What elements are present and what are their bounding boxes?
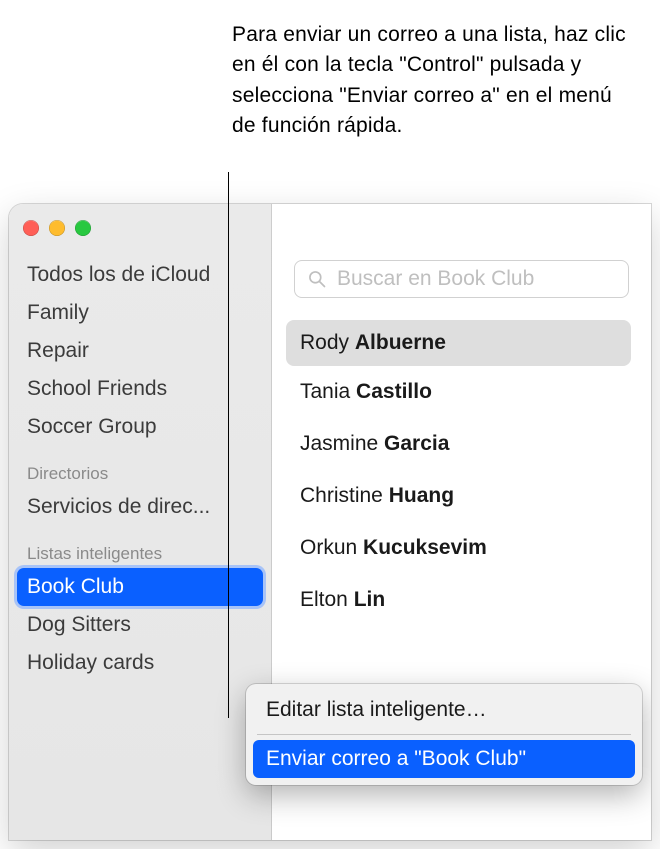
sidebar-item-dog-sitters[interactable]: Dog Sitters [9,606,271,644]
contact-row[interactable]: Christine Huang [272,470,651,522]
maximize-button[interactable] [75,220,91,236]
contact-row[interactable]: Rody Albuerne [286,320,631,366]
contact-first-name: Jasmine [300,432,378,455]
sidebar-item-school-friends[interactable]: School Friends [9,370,271,408]
sidebar-item-all-icloud[interactable]: Todos los de iCloud [9,256,271,294]
search-placeholder: Buscar en Book Club [337,267,534,291]
sidebar-header-directories: Directorios [9,446,271,488]
contact-row[interactable]: Elton Lin [272,574,651,626]
callout-leader-line [228,172,229,718]
sidebar-header-smartlists: Listas inteligentes [9,526,271,568]
sidebar-item-repair[interactable]: Repair [9,332,271,370]
menu-divider [257,734,631,735]
minimize-button[interactable] [49,220,65,236]
search-icon [307,269,327,289]
contact-row[interactable]: Orkun Kucuksevim [272,522,651,574]
sidebar-item-directory-services[interactable]: Servicios de direc... [9,488,271,526]
search-input[interactable]: Buscar en Book Club [294,260,629,298]
menu-item-send-mail[interactable]: Enviar correo a "Book Club" [253,740,635,778]
contact-last-name: Castillo [356,380,432,403]
contact-first-name: Orkun [300,536,357,559]
callout-help-text: Para enviar un correo a una lista, haz c… [232,20,627,142]
contact-first-name: Tania [300,380,350,403]
contact-first-name: Christine [300,484,383,507]
sidebar-item-book-club[interactable]: Book Club [17,568,263,606]
context-menu: Editar lista inteligente… Enviar correo … [246,684,642,785]
sidebar: Todos los de iCloud Family Repair School… [9,204,272,840]
sidebar-item-soccer-group[interactable]: Soccer Group [9,408,271,446]
menu-item-edit-smartlist[interactable]: Editar lista inteligente… [253,691,635,729]
contact-last-name: Kucuksevim [363,536,487,559]
contact-row[interactable]: Jasmine Garcia [272,418,651,470]
contact-last-name: Albuerne [355,331,446,354]
contact-last-name: Huang [389,484,454,507]
contact-first-name: Elton [300,588,348,611]
contact-row[interactable]: Tania Castillo [272,366,651,418]
contact-last-name: Garcia [384,432,449,455]
contacts-window: Todos los de iCloud Family Repair School… [9,204,651,840]
sidebar-item-family[interactable]: Family [9,294,271,332]
sidebar-item-holiday-cards[interactable]: Holiday cards [9,644,271,682]
close-button[interactable] [23,220,39,236]
contact-last-name: Lin [354,588,386,611]
contact-first-name: Rody [300,331,349,354]
window-controls [9,214,271,256]
